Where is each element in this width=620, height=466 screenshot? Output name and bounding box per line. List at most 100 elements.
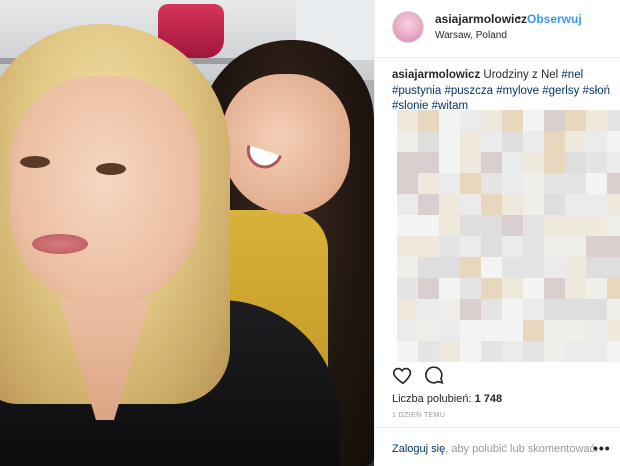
follow-button[interactable]: Obserwuj	[527, 12, 582, 26]
pixel-block	[418, 278, 439, 299]
pixel-block	[607, 320, 620, 341]
pixel-block	[544, 194, 565, 215]
pixel-block	[418, 110, 439, 131]
pixel-block	[607, 173, 620, 194]
pixel-block	[439, 215, 460, 236]
pixel-block	[481, 215, 502, 236]
hashtag[interactable]: #gerlsy	[542, 85, 579, 97]
pixel-block	[502, 236, 523, 257]
pixel-block	[502, 152, 523, 173]
pixel-block	[502, 341, 523, 362]
comment-icon[interactable]	[423, 364, 445, 386]
pixel-block	[523, 110, 544, 131]
hashtag[interactable]: #pustynia	[392, 85, 441, 97]
pixel-block	[481, 299, 502, 320]
pixel-block	[586, 257, 607, 278]
more-options-icon[interactable]: •••	[593, 440, 611, 456]
pixel-block	[397, 236, 418, 257]
pixel-block	[397, 110, 418, 131]
pixel-block	[502, 257, 523, 278]
login-link[interactable]: Zaloguj się	[392, 443, 445, 455]
hashtag[interactable]: #puszcza	[444, 85, 493, 97]
pixel-block	[481, 173, 502, 194]
pixel-block	[502, 173, 523, 194]
pixel-block	[460, 236, 481, 257]
hashtag[interactable]: #nel	[561, 69, 583, 81]
pixel-block	[439, 341, 460, 362]
pixel-block	[565, 341, 586, 362]
eye-right	[96, 163, 126, 175]
pixel-block	[439, 299, 460, 320]
pixel-block	[418, 194, 439, 215]
pixel-block	[565, 173, 586, 194]
pixel-block	[586, 110, 607, 131]
pixel-block	[607, 215, 620, 236]
pixel-block	[460, 110, 481, 131]
pixel-block	[460, 194, 481, 215]
pixel-block	[565, 299, 586, 320]
pixel-block	[502, 194, 523, 215]
pixel-block	[397, 131, 418, 152]
pixel-block	[481, 194, 502, 215]
hashtag[interactable]: #słoń	[583, 85, 611, 97]
pixel-block	[586, 215, 607, 236]
pixel-block	[523, 194, 544, 215]
pixel-block	[586, 299, 607, 320]
pixel-block	[523, 257, 544, 278]
pixel-block	[502, 131, 523, 152]
pixel-block	[460, 131, 481, 152]
pixel-block	[439, 320, 460, 341]
likes-count[interactable]: Liczba polubień: 1 748	[392, 393, 502, 405]
pixel-block	[523, 131, 544, 152]
pixel-block	[397, 173, 418, 194]
pixel-block	[439, 236, 460, 257]
pixel-block	[523, 152, 544, 173]
action-bar	[392, 364, 612, 388]
pixel-block	[460, 299, 481, 320]
pixel-block	[439, 173, 460, 194]
pixel-block	[502, 215, 523, 236]
avatar[interactable]	[392, 11, 424, 43]
post-sidebar: asiajarmolowicz • Obserwuj Warsaw, Polan…	[374, 0, 620, 466]
post-header: asiajarmolowicz • Obserwuj Warsaw, Polan…	[375, 0, 620, 58]
hashtag[interactable]: #mylove	[496, 85, 539, 97]
pixel-block	[544, 131, 565, 152]
likes-number: 1 748	[474, 393, 503, 405]
pixel-block	[460, 257, 481, 278]
post-photo[interactable]	[0, 0, 374, 466]
pixel-block	[607, 278, 620, 299]
caption-author[interactable]: asiajarmolowicz	[392, 69, 480, 81]
blonde-face	[10, 76, 200, 306]
location-link[interactable]: Warsaw, Poland	[435, 30, 507, 41]
pixel-block	[397, 341, 418, 362]
pixel-block	[607, 131, 620, 152]
pixel-block	[523, 299, 544, 320]
pixel-block	[544, 341, 565, 362]
pixel-block	[418, 236, 439, 257]
pixel-block	[397, 194, 418, 215]
pixel-block	[565, 236, 586, 257]
pixel-block	[502, 320, 523, 341]
post-timestamp[interactable]: 1 DZIEŃ TEMU	[392, 412, 445, 419]
pixel-block	[418, 131, 439, 152]
pixel-block	[418, 152, 439, 173]
username-link[interactable]: asiajarmolowicz	[435, 12, 527, 26]
pixel-block	[439, 131, 460, 152]
separator-dot: •	[517, 11, 522, 25]
pixel-block	[523, 320, 544, 341]
smiling-face	[222, 74, 350, 214]
pixel-block	[502, 110, 523, 131]
pixel-block	[460, 341, 481, 362]
login-prompt: Zaloguj się, aby polubić lub skomentować…	[375, 427, 620, 466]
heart-icon[interactable]	[392, 364, 414, 386]
pixel-block	[397, 257, 418, 278]
pixel-block	[607, 152, 620, 173]
pixel-block	[460, 278, 481, 299]
pixel-block	[565, 110, 586, 131]
pixel-block	[481, 257, 502, 278]
pixel-block	[607, 341, 620, 362]
pixel-block	[523, 278, 544, 299]
pixel-block	[544, 236, 565, 257]
pixel-block	[565, 320, 586, 341]
pixel-block	[565, 152, 586, 173]
